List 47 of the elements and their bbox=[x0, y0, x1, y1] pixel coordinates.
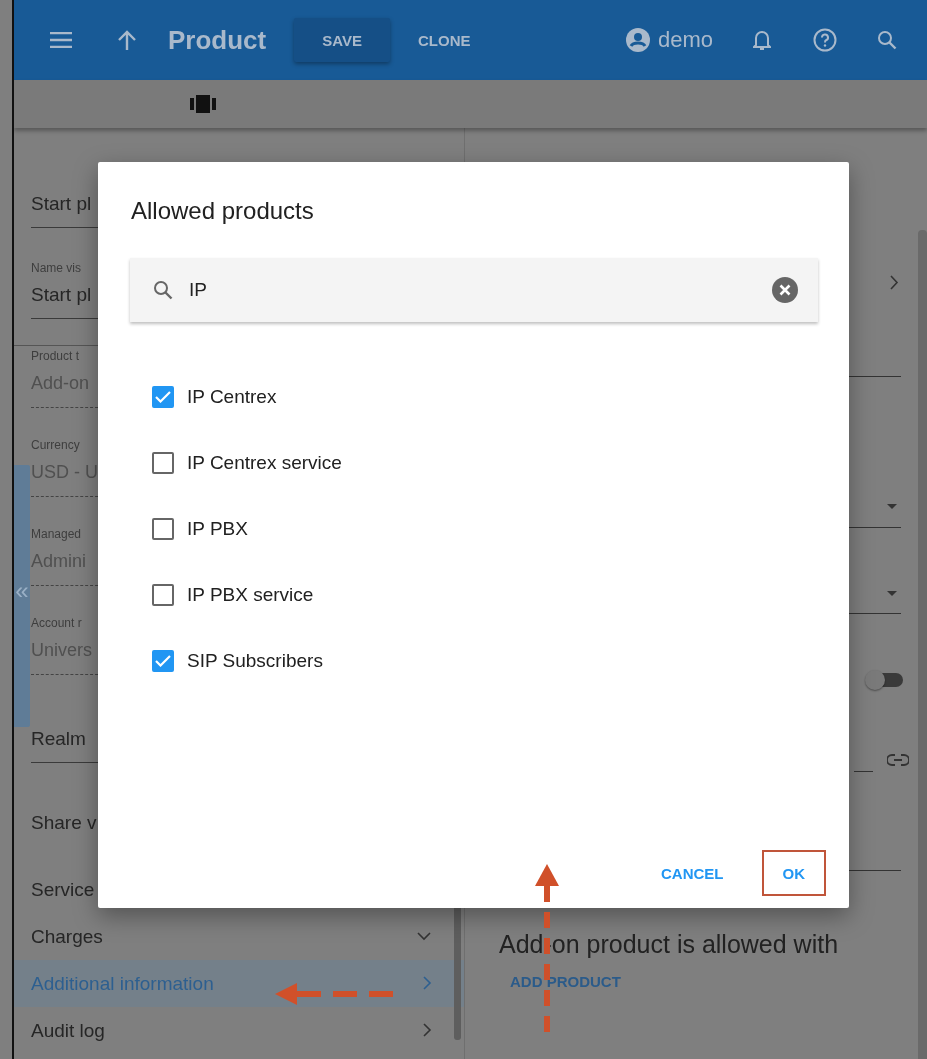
bell-icon[interactable] bbox=[753, 29, 771, 51]
dialog-button[interactable]: CANCEL bbox=[647, 850, 738, 896]
field-label: Currency bbox=[31, 438, 80, 452]
field-value: Start pl bbox=[31, 192, 92, 216]
toolbar-button[interactable]: CLONE bbox=[389, 18, 499, 62]
chevron-icon bbox=[423, 976, 432, 991]
field-label: Account r bbox=[31, 616, 82, 630]
menu-icon[interactable] bbox=[50, 32, 72, 48]
dropdown-arrow-icon[interactable] bbox=[887, 504, 897, 509]
checkbox[interactable] bbox=[152, 584, 174, 606]
option-label[interactable]: IP PBX service bbox=[187, 584, 314, 606]
chevron-icon bbox=[423, 1023, 432, 1038]
search-bar[interactable]: IP bbox=[130, 258, 818, 322]
option-label[interactable]: SIP Subscribers bbox=[187, 650, 323, 672]
search-icon[interactable] bbox=[877, 30, 897, 50]
section-item[interactable]: Charges bbox=[14, 913, 464, 960]
carousel-icon[interactable] bbox=[190, 95, 216, 113]
option-label[interactable]: IP Centrex bbox=[187, 386, 277, 408]
dialog-button[interactable]: OK bbox=[761, 850, 826, 896]
chevron-icon bbox=[417, 932, 432, 941]
clear-icon[interactable] bbox=[772, 277, 798, 303]
checkbox[interactable] bbox=[152, 452, 174, 474]
option-label[interactable]: IP PBX bbox=[187, 518, 248, 540]
checkbox[interactable] bbox=[152, 386, 174, 408]
field-value: Start pl bbox=[31, 283, 92, 307]
chevron-icon[interactable] bbox=[890, 275, 899, 290]
option-label[interactable]: IP Centrex service bbox=[187, 452, 342, 474]
page-title: Product bbox=[168, 24, 267, 56]
search-icon[interactable] bbox=[153, 280, 173, 300]
field-label: Name vis bbox=[31, 261, 81, 275]
dialog-title: Allowed products bbox=[131, 197, 315, 225]
field-value: Realm bbox=[31, 727, 86, 751]
dropdown-arrow-icon[interactable] bbox=[887, 591, 897, 596]
search-field[interactable]: IP bbox=[187, 278, 772, 302]
user-icon bbox=[625, 28, 650, 52]
section-item[interactable]: Audit log bbox=[14, 1007, 464, 1054]
user-name[interactable]: demo bbox=[657, 27, 713, 53]
field-label: Managed bbox=[31, 527, 82, 541]
checkbox[interactable] bbox=[152, 518, 174, 540]
up-arrow-icon[interactable] bbox=[118, 30, 136, 50]
toolbar-button[interactable]: SAVE bbox=[294, 18, 390, 62]
link-icon[interactable] bbox=[887, 754, 909, 766]
field-value: Share v bbox=[31, 811, 97, 835]
collapse-tab[interactable]: « bbox=[14, 465, 30, 727]
checkbox[interactable] bbox=[152, 650, 174, 672]
help-icon[interactable] bbox=[813, 28, 837, 52]
field-label: Product t bbox=[31, 349, 80, 363]
